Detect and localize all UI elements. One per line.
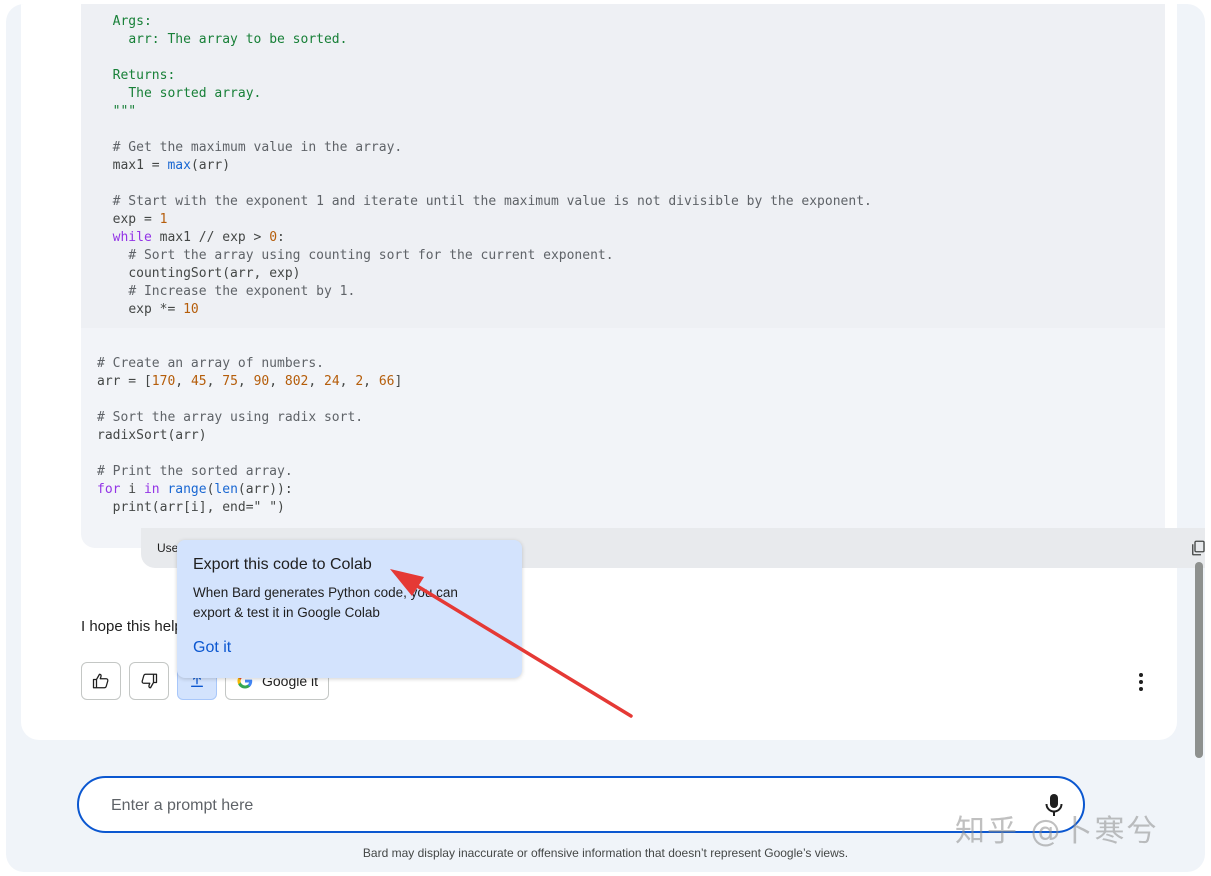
code-token: # Increase the exponent by 1. [128,284,356,299]
code-line: arr = [170, 45, 75, 90, 802, 24, 2, 66] [97,373,872,391]
code-token: 45 [190,374,207,389]
code-token: , [206,374,223,389]
code-token: Returns: [112,68,176,83]
code-line: Args: [97,13,872,31]
code-token: , [175,374,191,389]
code-token: arr = [ [97,374,152,389]
code-content: Radix sort an array by counting sort. Ar… [97,4,872,517]
more-vert-icon[interactable] [1131,670,1151,694]
code-line: # Create an array of numbers. [97,355,872,373]
code-line: # Increase the exponent by 1. [97,283,872,301]
code-line: print(arr[i], end=" ") [97,499,872,517]
code-token: """ [112,104,137,119]
code-line: exp = 1 [97,211,872,229]
code-token: , [269,374,285,389]
code-token: , [339,374,356,389]
thumbs-down-icon [141,673,158,689]
code-token: # Get the maximum value in the array. [112,140,403,155]
watermark: 知乎 @卜寒兮 [955,814,1159,849]
code-line: Returns: [97,67,872,85]
code-token: ] [394,374,403,389]
code-token: print(arr[i], end=" ") [112,500,285,515]
code-token: max [167,158,191,173]
code-token: i [120,482,144,497]
got-it-button[interactable]: Got it [193,639,231,657]
code-line: radixSort(arr) [97,427,872,445]
code-line: countingSort(arr, exp) [97,265,872,283]
code-line: # Get the maximum value in the array. [97,139,872,157]
code-token: 10 [183,302,199,317]
code-line: """ [97,103,872,121]
code-token: max1 = [112,158,168,173]
code-token: countingSort(arr, exp) [128,266,301,281]
code-token: # Sort the array using radix sort. [97,410,364,425]
code-token: arr: The array to be sorted. [128,32,348,47]
code-token: exp *= [128,302,184,317]
code-line: # Print the sorted array. [97,463,872,481]
app-frame: Use code with caution. Radix sort an arr… [6,4,1205,872]
scrollbar-thumb[interactable] [1195,562,1203,758]
thumbs-down-button[interactable] [129,662,169,700]
code-token: The sorted array. [128,86,262,101]
code-token: len [214,482,238,497]
code-line: arr: The array to be sorted. [97,31,872,49]
popover-title: Export this code to Colab [193,556,372,573]
code-line: # Sort the array using radix sort. [97,409,872,427]
code-token: , [237,374,254,389]
prompt-input[interactable] [109,792,1013,820]
code-token: (arr)): [237,482,293,497]
code-token: range [167,482,207,497]
code-token: 802 [284,374,309,389]
code-token: # Sort the array using counting sort for… [128,248,614,263]
code-token: 75 [222,374,238,389]
colab-export-popover: Export this code to Colab When Bard gene… [177,540,522,678]
code-token: max1 // exp > [151,230,270,245]
code-token: # Create an array of numbers. [97,356,324,371]
code-token: 24 [324,374,340,389]
code-token: in [143,482,160,497]
code-line: # Sort the array using counting sort for… [97,247,872,265]
popover-body: When Bard generates Python code, you can… [193,585,458,620]
code-token: 66 [378,374,395,389]
code-token: # Print the sorted array. [97,464,293,479]
code-token: 1 [159,212,168,227]
code-token: Args: [112,14,152,29]
code-token: : [277,230,285,245]
code-token: for [97,482,121,497]
code-token: radixSort(arr) [97,428,207,443]
code-line: for i in range(len(arr)): [97,481,872,499]
code-token: , [308,374,325,389]
thumbs-up-icon [92,673,109,689]
code-line: exp *= 10 [97,301,872,319]
code-token: 0 [269,230,278,245]
code-line: max1 = max(arr) [97,157,872,175]
code-token: (arr) [190,158,231,173]
code-token: , [363,374,379,389]
code-line: The sorted array. [97,85,872,103]
prompt-box[interactable] [77,776,1085,833]
code-token: 2 [355,374,364,389]
code-token: 90 [253,374,270,389]
code-line: while max1 // exp > 0: [97,229,872,247]
code-token: while [112,230,152,245]
code-line: # Start with the exponent 1 and iterate … [97,193,872,211]
code-token: # Start with the exponent 1 and iterate … [112,194,872,209]
code-token: 170 [151,374,176,389]
code-token: exp = [112,212,160,227]
thumbs-up-button[interactable] [81,662,121,700]
